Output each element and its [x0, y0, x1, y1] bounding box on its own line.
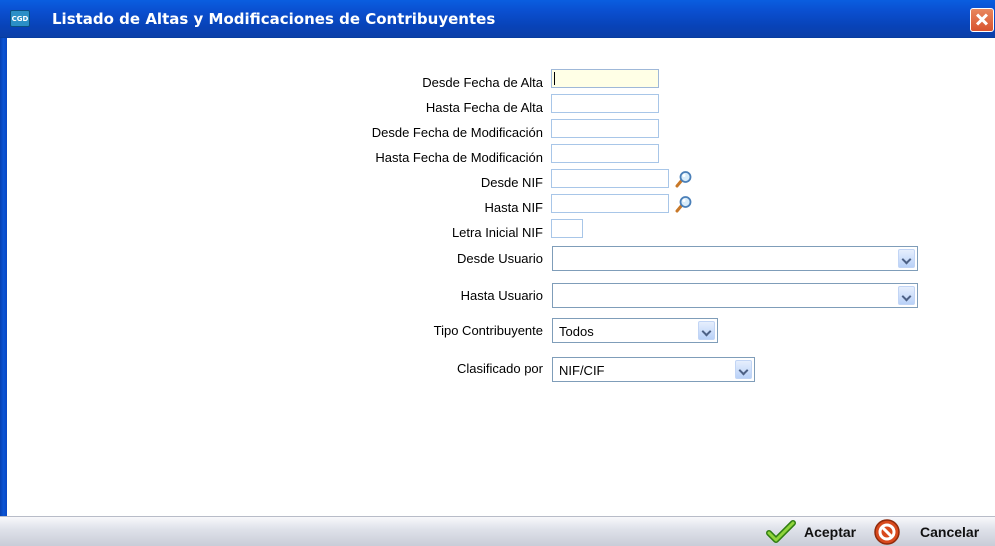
label-clasificado-por: Clasificado por — [457, 361, 543, 376]
search-icon[interactable] — [673, 170, 693, 189]
accept-label: Aceptar — [804, 524, 857, 540]
checkmark-icon — [766, 520, 796, 543]
label-hasta-usuario: Hasta Usuario — [460, 288, 543, 303]
label-desde-fecha-mod: Desde Fecha de Modificación — [371, 125, 543, 140]
text-caret — [554, 72, 555, 85]
accept-button[interactable]: Aceptar — [766, 517, 870, 546]
dialog-window: CGD Listado de Altas y Modificaciones de… — [0, 0, 995, 546]
chevron-down-icon[interactable] — [898, 249, 915, 268]
desde-fecha-mod-input[interactable] — [551, 119, 659, 138]
hasta-fecha-alta-input[interactable] — [551, 94, 659, 113]
cancel-button[interactable]: Cancelar — [920, 517, 995, 546]
cancel-icon[interactable] — [872, 518, 902, 546]
label-letra-inicial-nif: Letra Inicial NIF — [451, 225, 543, 240]
select-value: Todos — [559, 324, 594, 339]
app-icon: CGD — [10, 10, 30, 27]
label-hasta-nif: Hasta NIF — [484, 200, 543, 215]
label-desde-usuario: Desde Usuario — [457, 251, 543, 266]
hasta-nif-input[interactable] — [551, 194, 669, 213]
desde-usuario-select[interactable] — [552, 246, 918, 271]
tipo-contribuyente-select[interactable]: Todos — [552, 318, 718, 343]
window-title: Listado de Altas y Modificaciones de Con… — [52, 10, 496, 28]
cancel-label: Cancelar — [920, 524, 980, 540]
select-value: NIF/CIF — [559, 363, 605, 378]
hasta-fecha-mod-input[interactable] — [551, 144, 659, 163]
hasta-usuario-select[interactable] — [552, 283, 918, 308]
label-desde-fecha-alta: Desde Fecha de Alta — [422, 75, 543, 90]
label-hasta-fecha-mod: Hasta Fecha de Modificación — [375, 150, 543, 165]
chevron-down-icon[interactable] — [735, 360, 752, 379]
desde-fecha-alta-input[interactable] — [551, 69, 659, 88]
chevron-down-icon[interactable] — [698, 321, 715, 340]
label-desde-nif: Desde NIF — [480, 175, 543, 190]
search-icon[interactable] — [673, 195, 693, 214]
clasificado-por-select[interactable]: NIF/CIF — [552, 357, 755, 382]
chevron-down-icon[interactable] — [898, 286, 915, 305]
title-bar[interactable]: CGD Listado de Altas y Modificaciones de… — [0, 0, 995, 38]
footer-bar: Aceptar Cancelar — [0, 516, 995, 546]
letra-inicial-nif-input[interactable] — [551, 219, 583, 238]
close-button[interactable] — [970, 8, 994, 32]
window-frame-left — [0, 38, 7, 546]
label-hasta-fecha-alta: Hasta Fecha de Alta — [425, 100, 543, 115]
desde-nif-input[interactable] — [551, 169, 669, 188]
label-tipo-contribuyente: Tipo Contribuyente — [433, 323, 543, 338]
